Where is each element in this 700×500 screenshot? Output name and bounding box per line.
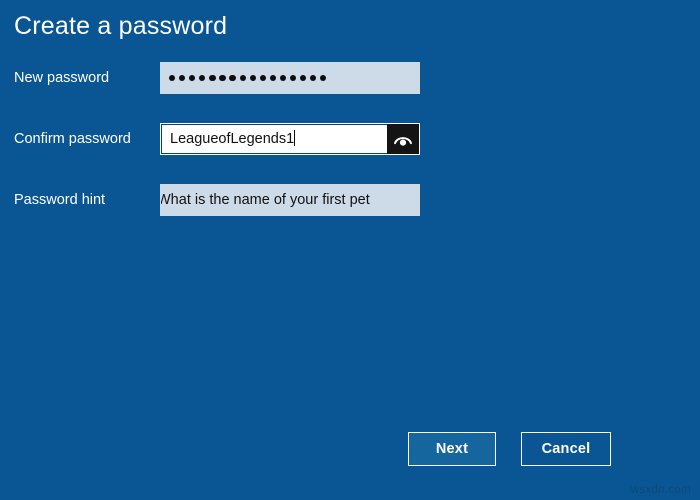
- mask-dot: [209, 74, 216, 82]
- mask-dot: [310, 74, 317, 82]
- mask-dot: [320, 74, 327, 82]
- eye-icon: [393, 132, 413, 146]
- mask-dot: [279, 74, 287, 82]
- mask-dot: [199, 74, 206, 82]
- label-confirm-password: Confirm password: [14, 131, 131, 147]
- mask-dot: [219, 74, 226, 82]
- next-button[interactable]: Next: [408, 432, 496, 466]
- confirm-password-value-wrap: LeagueofLegends1: [170, 124, 296, 154]
- password-hint-value: What is the name of your first pet: [160, 192, 370, 208]
- password-hint-input[interactable]: What is the name of your first pet: [160, 184, 420, 216]
- mask-dot: [179, 74, 186, 82]
- confirm-password-value: LeagueofLegends1: [170, 131, 295, 147]
- new-password-input[interactable]: [160, 62, 420, 94]
- page-title: Create a password: [14, 12, 228, 40]
- mask-dot: [269, 74, 276, 82]
- password-mask-dots: [169, 63, 327, 93]
- label-password-hint: Password hint: [14, 192, 106, 208]
- footer-actions: Next Cancel: [0, 432, 700, 468]
- mask-dot: [289, 74, 297, 82]
- mask-dot: [259, 74, 266, 82]
- confirm-password-input[interactable]: LeagueofLegends1: [160, 123, 420, 155]
- field-row-password-hint: Password hint What is the name of your f…: [0, 184, 700, 216]
- mask-dot: [239, 74, 246, 82]
- text-caret: [294, 130, 296, 146]
- mask-dot: [189, 74, 196, 82]
- field-row-new-password: New password: [0, 62, 700, 94]
- mask-dot: [300, 74, 307, 82]
- reveal-password-button[interactable]: [387, 124, 419, 154]
- field-row-confirm-password: Confirm password LeagueofLegends1: [0, 123, 700, 155]
- mask-dot: [229, 74, 236, 82]
- mask-dot: [249, 74, 256, 82]
- mask-dot: [169, 74, 176, 82]
- label-new-password: New password: [14, 70, 110, 86]
- watermark: wsxdn.com: [630, 484, 691, 496]
- cancel-button[interactable]: Cancel: [521, 432, 611, 466]
